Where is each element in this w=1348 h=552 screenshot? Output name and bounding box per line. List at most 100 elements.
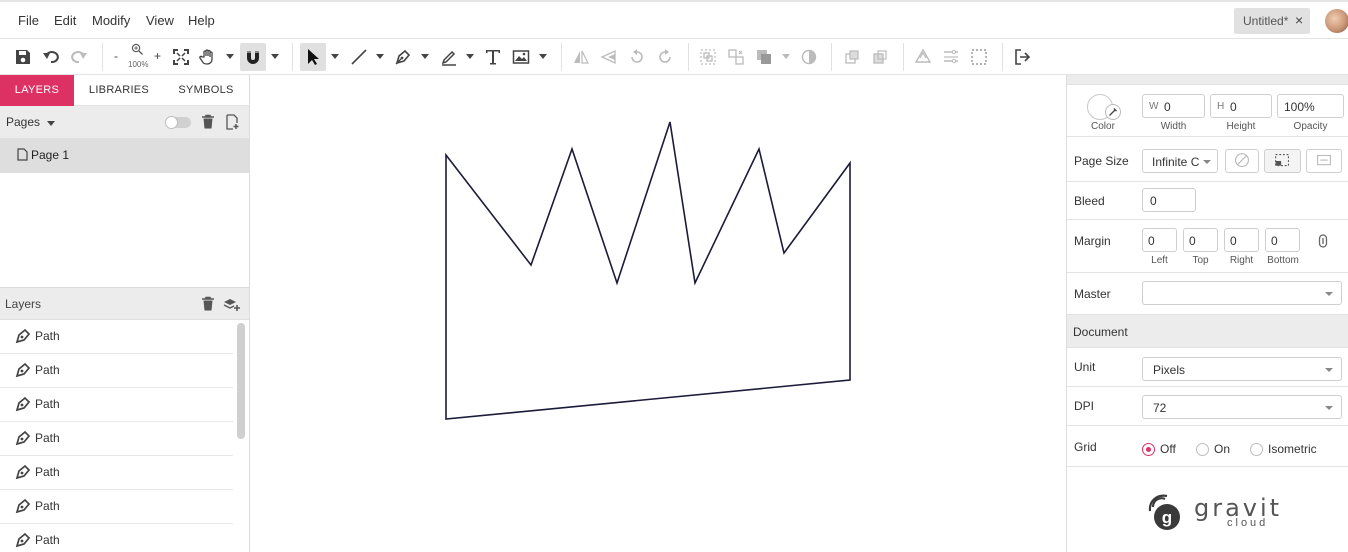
bleed-row: Bleed 0 (1067, 182, 1348, 220)
chevron-down-icon[interactable] (331, 54, 339, 59)
layer-row[interactable]: Path (0, 422, 233, 456)
save-icon[interactable] (14, 48, 32, 66)
toolbar: - 100% + (0, 39, 1348, 75)
height-label: Height (1226, 121, 1256, 132)
zoom-in-button[interactable]: + (154, 49, 161, 63)
left-panel: LAYERS LIBRARIES SYMBOLS Pages Page 1 La… (0, 75, 250, 552)
chevron-down-icon[interactable] (271, 54, 279, 59)
arrange-forward-icon (843, 48, 861, 66)
redo-icon[interactable] (70, 48, 88, 66)
trash-icon[interactable] (201, 114, 215, 130)
arrange-backward-icon (871, 48, 889, 66)
grid-isometric-radio[interactable] (1250, 443, 1263, 456)
width-field[interactable]: W 0 (1142, 94, 1205, 118)
pen-path-icon (15, 498, 31, 514)
drawing-canvas[interactable] (250, 75, 1066, 552)
zoom-out-button[interactable]: - (114, 49, 118, 63)
pen-path-icon (15, 362, 31, 378)
page-item-label: Page 1 (31, 148, 70, 162)
tab-layers[interactable]: LAYERS (0, 75, 74, 106)
appearance-row: Color W 0 Width H 0 Height 100% Opacity (1067, 85, 1348, 137)
line-tool-icon[interactable] (350, 48, 368, 66)
margin-left-value: 0 (1148, 234, 1155, 248)
image-tool-icon[interactable] (512, 48, 530, 66)
chevron-down-icon[interactable] (376, 54, 384, 59)
grid-on-radio[interactable] (1196, 443, 1209, 456)
pen-tool-icon[interactable] (394, 48, 412, 66)
pointer-icon[interactable] (304, 48, 322, 66)
layer-row[interactable]: Path (0, 490, 233, 524)
zoom-icon[interactable] (131, 43, 145, 57)
page-item[interactable]: Page 1 (0, 139, 249, 173)
align-icon (942, 48, 960, 66)
master-label: Master (1074, 287, 1111, 301)
menu-modify[interactable]: Modify (92, 13, 130, 28)
menu-view[interactable]: View (146, 13, 174, 28)
add-layer-icon[interactable] (223, 296, 241, 312)
close-icon[interactable]: × (1295, 12, 1303, 28)
chevron-down-icon[interactable] (421, 54, 429, 59)
link-icon[interactable] (1318, 234, 1328, 248)
pen-path-icon (15, 464, 31, 480)
chevron-down-icon[interactable] (539, 54, 547, 59)
avatar[interactable] (1325, 9, 1348, 33)
grid-off-radio[interactable] (1142, 443, 1155, 456)
grid-row: Grid Off On Isometric (1067, 426, 1348, 467)
text-tool-icon[interactable] (484, 48, 502, 66)
document-tab[interactable]: Untitled* × (1234, 8, 1310, 34)
menu-help[interactable]: Help (188, 13, 215, 28)
margin-left-field[interactable]: 0 (1142, 228, 1177, 252)
magnet-icon[interactable] (244, 48, 262, 66)
toolbar-divider (831, 43, 832, 71)
trash-icon[interactable] (201, 296, 215, 312)
menu-file[interactable]: File (18, 13, 39, 28)
master-row: Master (1067, 273, 1348, 315)
margin-bottom-field[interactable]: 0 (1265, 228, 1300, 252)
menu-edit[interactable]: Edit (54, 13, 76, 28)
unit-label: Unit (1074, 360, 1096, 374)
chevron-down-icon[interactable] (466, 54, 474, 59)
height-field[interactable]: H 0 (1210, 94, 1272, 118)
fit-screen-icon[interactable] (172, 48, 190, 66)
rotate-left-icon (628, 48, 646, 66)
layers-scrollbar[interactable] (237, 323, 245, 439)
pages-toggle[interactable] (165, 116, 191, 129)
master-select[interactable] (1142, 281, 1342, 305)
opacity-field[interactable]: 100% (1277, 94, 1344, 118)
toolbar-divider (561, 43, 562, 71)
layer-row[interactable]: Path (0, 456, 233, 490)
chevron-down-icon[interactable] (226, 54, 234, 59)
page-size-select[interactable]: Infinite C (1142, 149, 1218, 173)
orientation-button[interactable] (1225, 149, 1259, 173)
dpi-select[interactable]: 72 (1142, 395, 1342, 419)
bleed-field[interactable]: 0 (1142, 188, 1196, 212)
layer-row[interactable]: Path (0, 388, 233, 422)
clip-content-button[interactable] (1264, 149, 1301, 173)
layer-row[interactable]: Path (0, 524, 233, 552)
layer-label: Path (35, 465, 60, 479)
hand-tool-icon[interactable] (199, 48, 217, 66)
margin-right-field[interactable]: 0 (1224, 228, 1259, 252)
document-section-header: Document (1067, 315, 1348, 348)
unit-select[interactable]: Pixels (1142, 357, 1342, 381)
layer-label: Path (35, 533, 60, 547)
crown-path-shape[interactable] (445, 121, 851, 420)
grid-layout-button[interactable] (1306, 149, 1342, 173)
eyedropper-icon[interactable] (1105, 104, 1121, 120)
margin-top-field[interactable]: 0 (1183, 228, 1218, 252)
tab-symbols[interactable]: SYMBOLS (168, 75, 244, 106)
pencil-tool-icon[interactable] (440, 48, 458, 66)
layer-row[interactable]: Path (0, 354, 233, 388)
tab-libraries[interactable]: LIBRARIES (82, 75, 156, 106)
toolbar-divider (292, 43, 293, 71)
chevron-down-icon[interactable] (47, 121, 55, 126)
margin-bottom-value: 0 (1271, 234, 1278, 248)
export-icon[interactable] (1013, 48, 1031, 66)
pages-header: Pages (0, 106, 249, 139)
symbol-icon (914, 48, 932, 66)
undo-icon[interactable] (42, 48, 60, 66)
add-page-icon[interactable] (225, 114, 240, 130)
layer-row[interactable]: Path (0, 320, 233, 354)
width-value: 0 (1164, 100, 1171, 114)
layers-header: Layers (0, 287, 249, 320)
